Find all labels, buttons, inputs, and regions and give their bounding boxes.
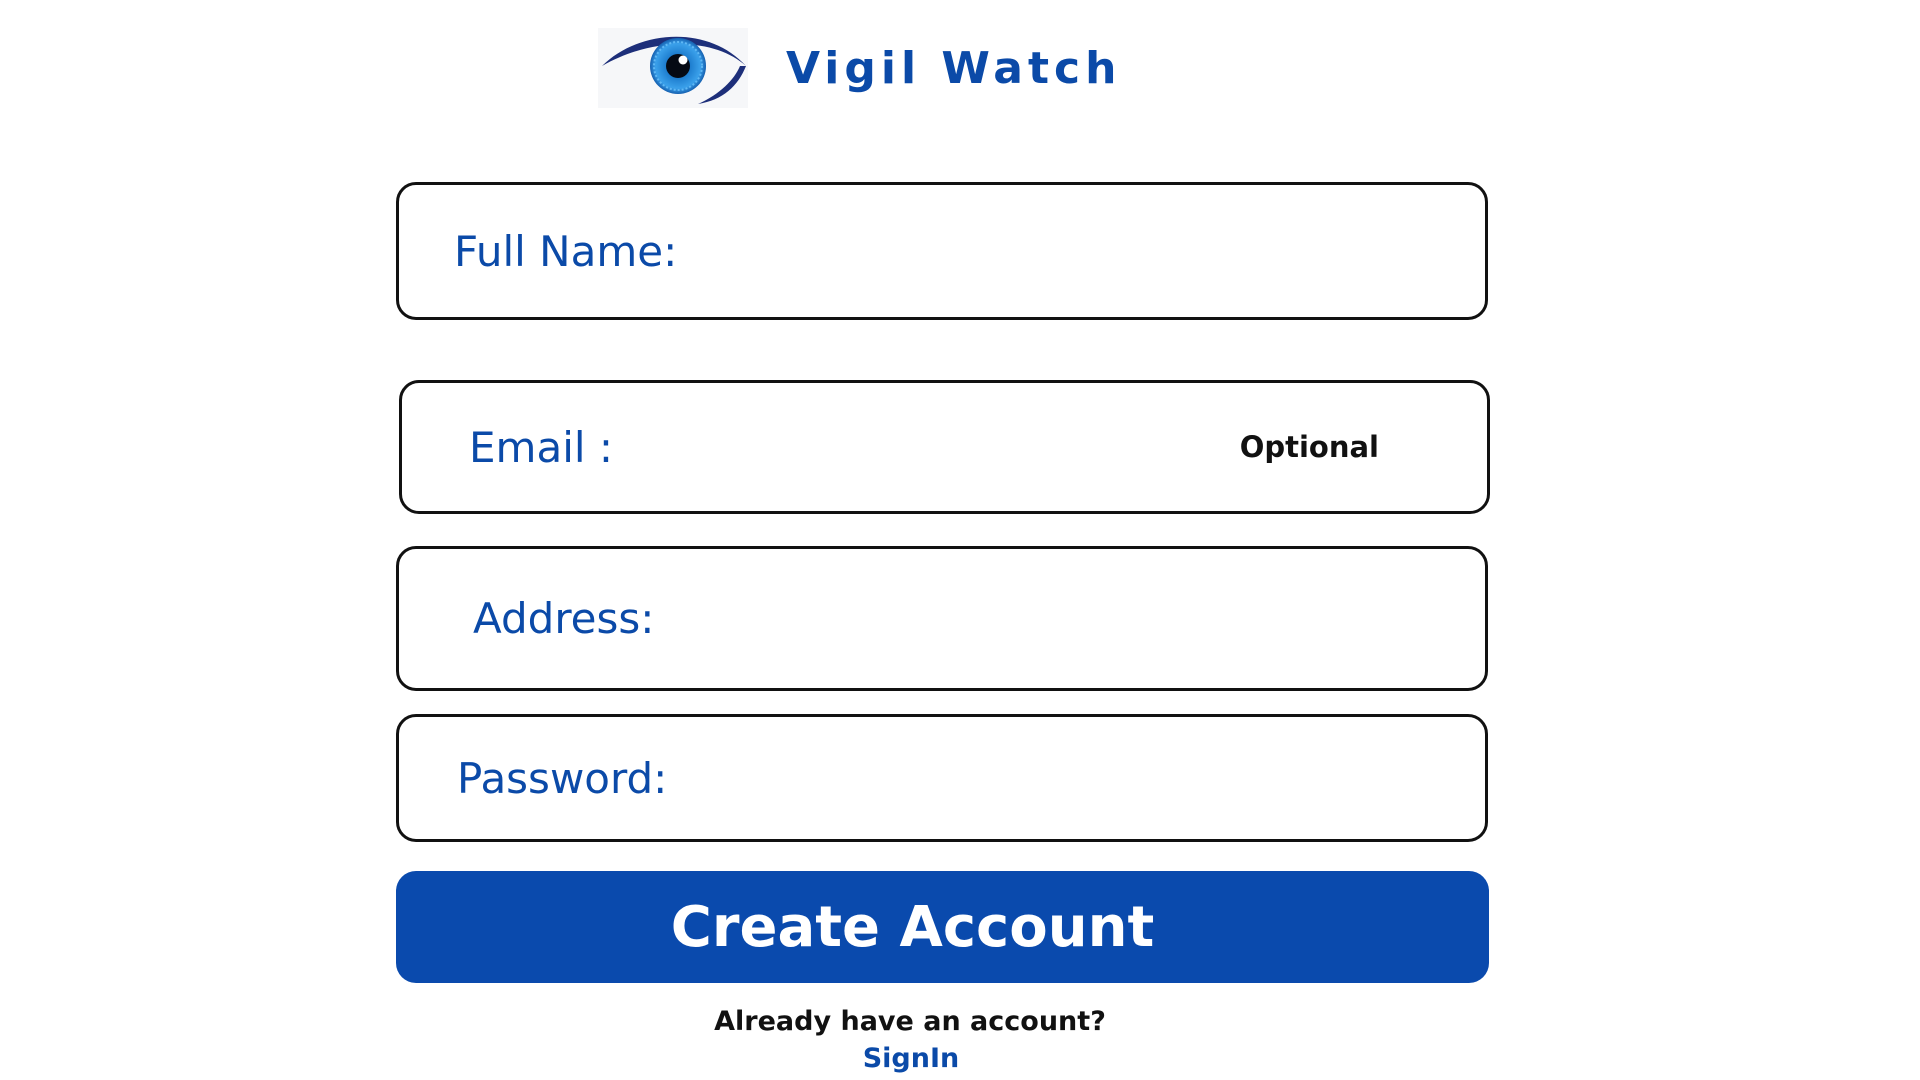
- full-name-label: Full Name:: [454, 226, 678, 276]
- create-account-button[interactable]: Create Account: [396, 871, 1489, 983]
- email-label: Email :: [469, 422, 614, 472]
- email-field[interactable]: Email : Optional: [399, 380, 1490, 514]
- address-input[interactable]: [670, 576, 1485, 661]
- optional-hint: Optional: [1239, 430, 1379, 464]
- full-name-input[interactable]: [693, 211, 1485, 291]
- brand-name: Vigil Watch: [786, 42, 1122, 94]
- signup-page: Vigil Watch Full Name: Email : Optional …: [0, 0, 1920, 1080]
- brand-header: Vigil Watch: [598, 28, 1121, 108]
- signin-link[interactable]: SignIn: [0, 1043, 1822, 1074]
- password-input[interactable]: [683, 741, 1485, 815]
- full-name-field[interactable]: Full Name:: [396, 182, 1488, 320]
- already-have-account-text: Already have an account?: [714, 1006, 1106, 1037]
- address-field[interactable]: Address:: [396, 546, 1488, 691]
- password-label: Password:: [457, 753, 668, 803]
- password-field[interactable]: Password:: [396, 714, 1488, 842]
- email-input[interactable]: [629, 408, 1240, 486]
- eye-icon: [598, 28, 748, 108]
- address-label: Address:: [473, 594, 655, 643]
